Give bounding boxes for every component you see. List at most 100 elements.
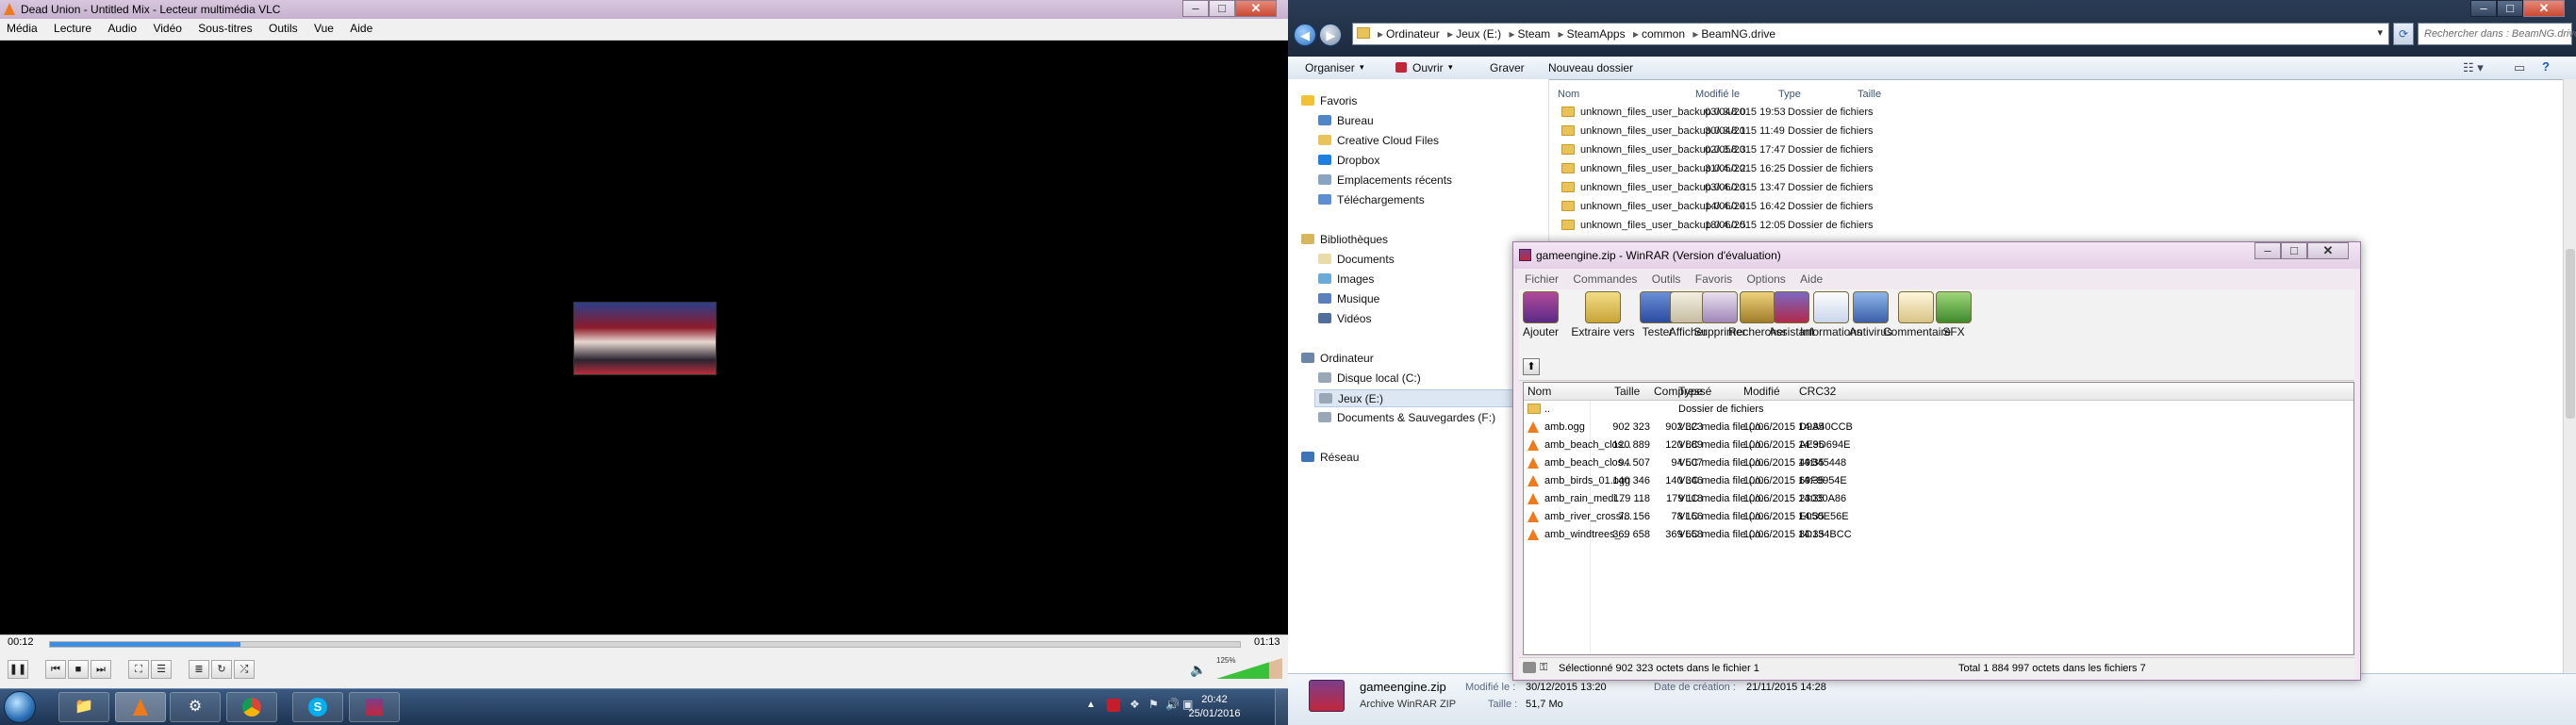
playlist-button[interactable]: ≣ [189,660,209,679]
minimize-button[interactable]: – [1182,0,1209,17]
winrar-taskbar-button[interactable] [349,692,400,722]
speaker-icon[interactable]: 🔈 [1190,662,1206,678]
burn-button[interactable]: Graver [1490,61,1525,74]
nav-libraries[interactable]: Bibliothèques [1301,233,1388,246]
scrollbar-thumb[interactable] [2566,249,2575,419]
archive-row-parent[interactable]: .. Dossier de fichiers [1524,401,2052,419]
file-row[interactable]: unknown_files_user_backup.0.3.8.3 02/05/2… [1561,140,2033,159]
loop-button[interactable]: ↻ [211,660,232,679]
view-options-icon[interactable]: ☷ ▾ [2463,60,2484,75]
nav-drive-c[interactable]: Disque local (C:) [1318,371,1421,385]
nav-recent-places[interactable]: Emplacements récents [1318,173,1452,187]
winrar-title-bar[interactable]: gameengine.zip - WinRAR (Version d'évalu… [1513,242,2360,269]
action-center-icon[interactable]: ⚑ [1148,698,1159,711]
file-row[interactable]: unknown_files_user_backup.0.4.0.3 03/06/2… [1561,178,2033,197]
nav-documents[interactable]: Documents [1318,253,1395,266]
open-button[interactable]: Ouvrir [1412,61,1444,74]
steam-taskbar-button[interactable]: ⚙ [170,692,221,722]
archive-row[interactable]: amb_beach_clos... 94 507 94 507 VLC media f… [1524,454,2052,472]
col-type[interactable]: Type [1678,385,1703,398]
nav-downloads[interactable]: Téléchargements [1318,193,1425,206]
up-folder-icon[interactable]: ⬆ [1523,358,1540,375]
nav-videos[interactable]: Vidéos [1318,312,1371,325]
address-bar[interactable]: ▸ Ordinateur ▸ Jeux (E:) ▸ Steam ▸ SteamApps… [1352,23,2389,45]
crumb-ordinateur[interactable]: Ordinateur [1386,27,1440,41]
maximize-button[interactable]: □ [2281,242,2307,259]
archive-row[interactable]: amb.ogg 902 323 902 323 VLC media file (.o.… [1524,419,2052,437]
skype-taskbar-button[interactable]: S [292,692,343,722]
crumb-beamng[interactable]: BeamNG.drive [1701,27,1775,41]
next-button[interactable]: ⏭ [91,660,111,679]
crumb-steamapps[interactable]: SteamApps [1567,27,1626,41]
menu-lecture[interactable]: Lecture [47,19,98,35]
menu-media[interactable]: Média [0,19,44,35]
crumb-steam[interactable]: Steam [1518,27,1551,41]
nav-computer[interactable]: Ordinateur [1301,352,1374,365]
archive-row[interactable]: amb_river_crossi... 78 156 78 156 VLC media… [1524,508,2052,526]
nav-bureau[interactable]: Bureau [1318,114,1374,127]
show-desktop-button[interactable] [1275,689,1289,725]
minimize-button[interactable]: – [2254,242,2281,259]
start-button[interactable] [4,691,36,723]
file-row[interactable]: unknown_files_user_backup.0.3.8.1 30/04/2… [1561,122,2033,140]
nav-drive-e[interactable]: Jeux (E:) [1314,389,1544,407]
tray-app-icon[interactable] [1107,699,1120,712]
system-clock[interactable]: 20:42 25/01/2016 [1177,693,1252,721]
menu-commands[interactable]: Commandes [1567,271,1643,288]
archive-row[interactable]: amb_birds_01.ogg 140 346 140 346 VLC media … [1524,472,2052,490]
menu-favorites[interactable]: Favoris [1690,271,1738,288]
nav-drive-f[interactable]: Documents & Sauvegardes (F:) [1318,411,1495,424]
col-modified[interactable]: Modifié [1743,385,1780,398]
nav-network[interactable]: Réseau [1301,451,1359,464]
forward-button[interactable]: ▶ [1319,24,1343,46]
nav-creative-cloud[interactable]: Creative Cloud Files [1318,134,1439,147]
shuffle-button[interactable]: ⤮ [234,660,255,679]
maximize-button[interactable]: □ [1209,0,1235,17]
menu-subtitles[interactable]: Sous-titres [191,19,258,35]
explorer-taskbar-button[interactable]: 📁 [58,692,109,722]
show-hidden-icons[interactable]: ▲ [1086,700,1096,710]
menu-options[interactable]: Options [1741,271,1791,288]
close-button[interactable]: ✕ [2523,0,2565,17]
archive-row[interactable]: amb_beach_clos... 120 889 120 889 VLC media… [1524,437,2052,454]
previous-button[interactable]: ⏮ [45,660,66,679]
col-name[interactable]: Nom [1527,385,1551,398]
menu-help[interactable]: Aide [343,19,379,35]
col-size[interactable]: Taille [1858,89,1881,100]
vlc-title-bar[interactable]: Dead Union - Untitled Mix - Lecteur mult… [0,0,1288,19]
vlc-taskbar-button[interactable] [115,692,166,722]
fullscreen-button[interactable]: ⛶ [128,660,149,679]
back-button[interactable]: ◀ [1294,24,1316,46]
archive-row[interactable]: amb_rain_medi... 179 118 179 118 VLC media … [1524,490,2052,508]
archive-row[interactable]: amb_windtrees_... 369 658 369 658 VLC media… [1524,526,2052,544]
stop-button[interactable]: ■ [68,660,89,679]
help-icon[interactable]: ? [2542,59,2550,74]
file-row[interactable]: unknown_files_user_backup.0.4.0.4 14/06/2… [1561,197,2033,216]
close-button[interactable]: ✕ [2307,242,2349,259]
nav-dropbox[interactable]: Dropbox [1318,154,1379,167]
preview-pane-icon[interactable]: ▭ [2514,60,2525,75]
maximize-button[interactable]: □ [2497,0,2523,17]
menu-help[interactable]: Aide [1794,271,1828,288]
col-modified[interactable]: Modifié le [1695,89,1740,100]
nav-images[interactable]: Images [1318,272,1374,286]
pause-button[interactable]: ❚❚ [8,660,28,679]
col-type[interactable]: Type [1778,89,1801,100]
search-input[interactable]: Rechercher dans : BeamNG.drive [2418,23,2576,45]
address-dropdown-icon[interactable]: ▾ [2377,26,2383,39]
menu-tools[interactable]: Outils [1646,271,1687,288]
col-name[interactable]: Nom [1558,89,1579,100]
file-row[interactable]: unknown_files_user_backup.0.3.8.0 03/04/2… [1561,103,2033,122]
nav-favorites[interactable]: Favoris [1301,94,1357,107]
file-row[interactable]: unknown_files_user_backup.0.4.0.5 18/06/2… [1561,216,2033,235]
close-button[interactable]: ✕ [1235,0,1277,17]
dropbox-tray-icon[interactable]: ❖ [1130,698,1140,711]
refresh-button[interactable]: ⟳ [2393,23,2414,45]
minimize-button[interactable]: – [2470,0,2497,17]
menu-tools[interactable]: Outils [262,19,305,35]
file-row[interactable]: unknown_files_user_backup.0.4.0.2 31/05/2… [1561,159,2033,178]
crumb-jeux[interactable]: Jeux (E:) [1456,27,1501,41]
menu-audio[interactable]: Audio [101,19,143,35]
new-folder-button[interactable]: Nouveau dossier [1548,61,1633,74]
crumb-common[interactable]: common [1642,27,1685,41]
